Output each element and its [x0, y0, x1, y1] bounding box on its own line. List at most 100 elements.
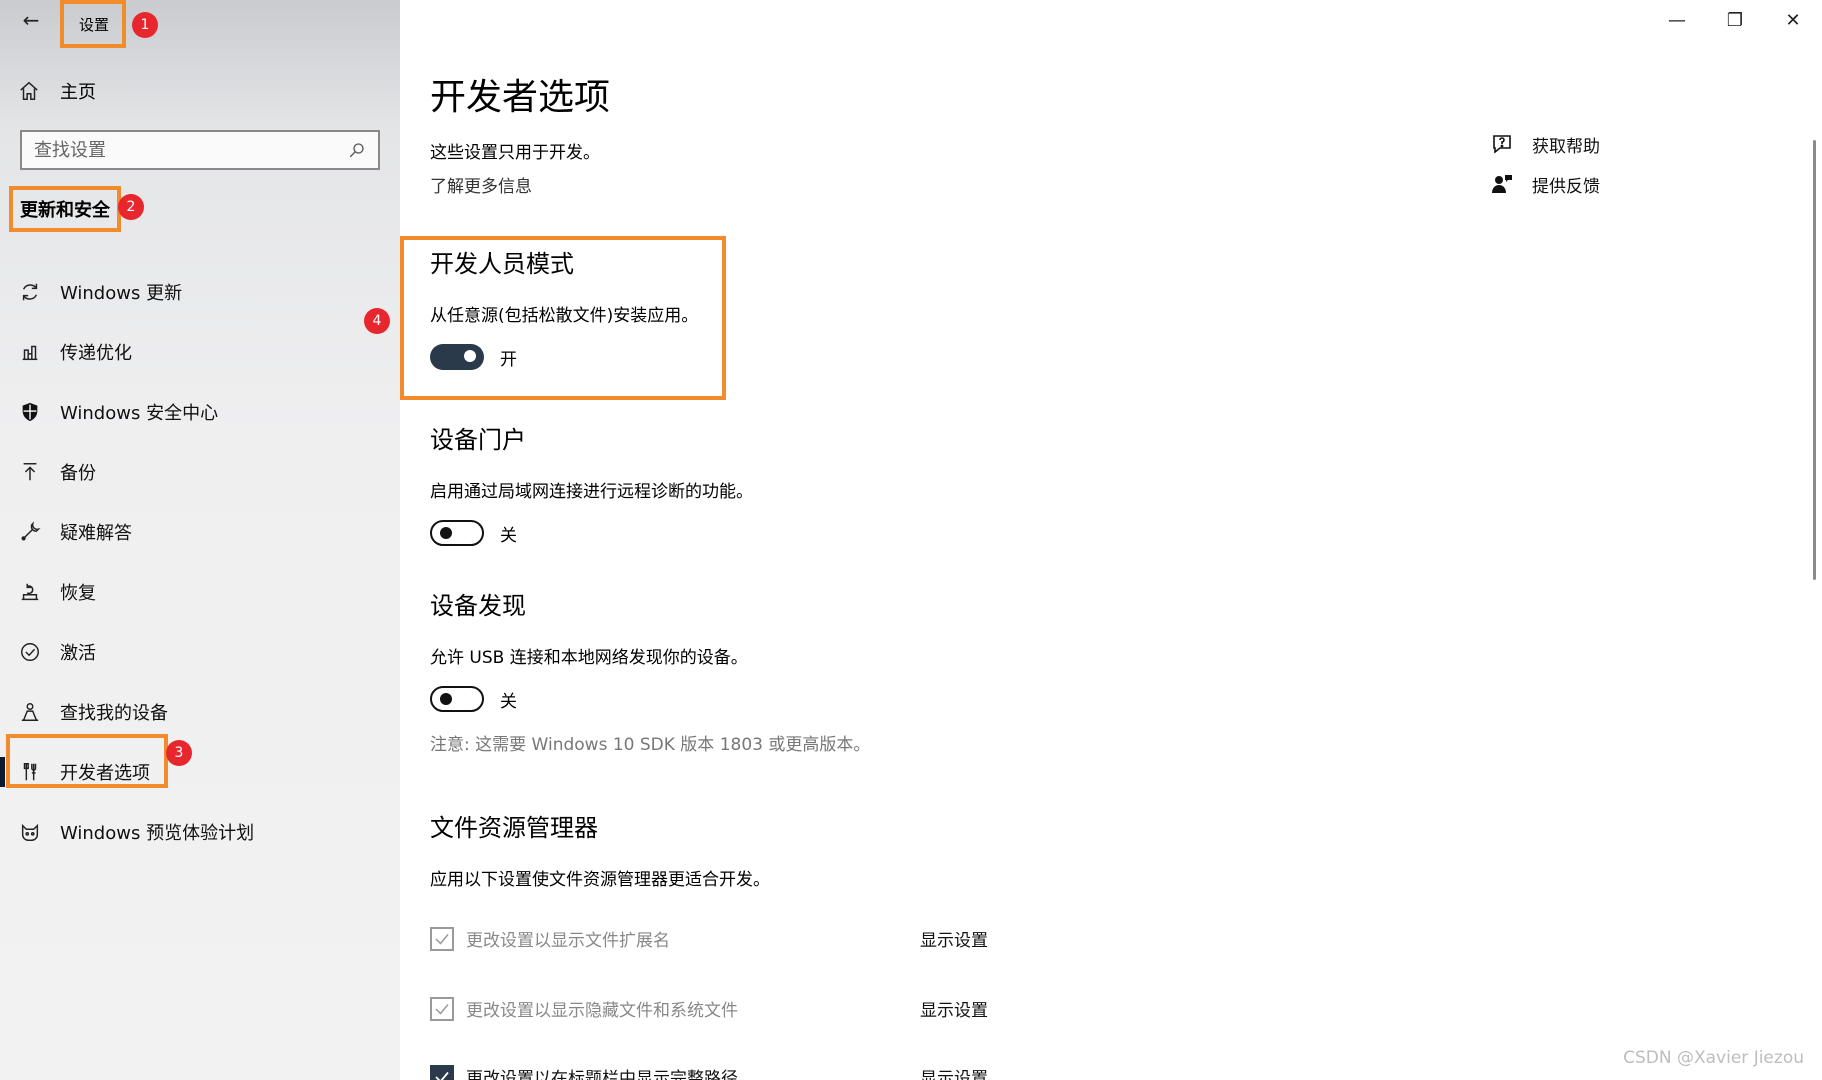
back-button[interactable]: ← [14, 6, 48, 34]
sidebar-item-activation[interactable]: 激活 [0, 622, 400, 682]
toggle-knob [440, 527, 452, 539]
option-label: 更改设置以显示隐藏文件和系统文件 [466, 1001, 738, 1021]
device-discovery-section: 设备发现 允许 USB 连接和本地网络发现你的设备。 关 [430, 586, 748, 712]
sidebar-item-label: Windows 安全中心 [60, 403, 219, 424]
device-portal-section: 设备门户 启用通过局域网连接进行远程诊断的功能。 关 [430, 420, 753, 546]
sidebar-item-home[interactable]: 主页 [18, 76, 96, 106]
sidebar-item-insider-program[interactable]: Windows 预览体验计划 [0, 802, 400, 862]
feedback-person-icon [1492, 175, 1512, 193]
search-input[interactable] [34, 139, 348, 161]
get-help-label: 获取帮助 [1532, 136, 1600, 157]
device-portal-desc: 启用通过局域网连接进行远程诊断的功能。 [430, 482, 753, 502]
feedback-label: 提供反馈 [1532, 176, 1600, 197]
checkmark-icon [435, 933, 449, 945]
file-explorer-title: 文件资源管理器 [430, 814, 598, 842]
delivery-optimization-icon [22, 345, 38, 361]
check-circle-icon [21, 643, 39, 661]
developer-tools-icon [23, 763, 37, 781]
watermark: CSDN @Xavier Jiezou [1623, 1048, 1804, 1068]
find-device-icon [21, 703, 39, 721]
backup-arrow-icon [23, 463, 37, 481]
section-title: 更新和安全 [20, 200, 110, 221]
device-portal-toggle[interactable] [430, 520, 484, 546]
home-label: 主页 [60, 82, 96, 103]
close-button[interactable]: ✕ [1764, 0, 1822, 40]
restore-button[interactable]: ❐ [1706, 0, 1764, 40]
sidebar-item-recovery[interactable]: 恢复 [0, 562, 400, 622]
device-discovery-title: 设备发现 [430, 592, 526, 620]
show-settings-link[interactable]: 显示设置 [920, 1064, 988, 1080]
get-help-link[interactable]: 获取帮助 [1490, 124, 1600, 164]
scrollbar[interactable] [1813, 140, 1816, 580]
sidebar-item-delivery-optimization[interactable]: 传递优化 [0, 322, 400, 382]
help-chat-icon [1493, 135, 1511, 154]
minimize-button[interactable]: — [1648, 0, 1706, 40]
learn-more-link[interactable]: 了解更多信息 [430, 172, 532, 197]
intro-text: 这些设置只用于开发。 [430, 143, 600, 163]
sidebar-item-label: 查找我的设备 [60, 703, 168, 724]
step-badge-2: 2 [118, 194, 144, 220]
sidebar-item-label: 备份 [60, 463, 96, 484]
checkmark-icon [435, 1071, 449, 1080]
sidebar-item-label: 开发者选项 [60, 763, 150, 784]
search-box[interactable] [20, 130, 380, 170]
sidebar-item-windows-update[interactable]: Windows 更新 [0, 262, 400, 322]
device-discovery-toggle[interactable] [430, 686, 484, 712]
device-discovery-state: 关 [500, 691, 517, 712]
sidebar-item-label: 传递优化 [60, 343, 132, 364]
sidebar-item-developer-options[interactable]: 开发者选项 [0, 742, 400, 802]
sidebar-item-label: Windows 更新 [60, 283, 183, 304]
sidebar-item-troubleshoot[interactable]: 疑难解答 [0, 502, 400, 562]
option-label: 更改设置以在标题栏中显示完整路径 [466, 1069, 738, 1080]
page-title: 开发者选项 [430, 77, 611, 118]
device-portal-state: 关 [500, 525, 517, 546]
show-extensions-checkbox[interactable] [430, 926, 454, 951]
feedback-link[interactable]: 提供反馈 [1490, 164, 1600, 204]
sidebar-item-label: 激活 [60, 643, 96, 664]
toggle-knob [440, 693, 452, 705]
sidebar: ← 设置 主页 更新和安全 Windows 更新 传递优化 Windows 安全… [0, 0, 400, 1080]
sync-icon [22, 283, 38, 301]
option-row: 更改设置以显示文件扩展名 显示设置 [430, 926, 1030, 951]
recovery-icon [21, 583, 39, 601]
nav-list: Windows 更新 传递优化 Windows 安全中心 备份 疑难解答 恢复 … [0, 262, 400, 862]
step-badge-4: 4 [364, 308, 390, 334]
show-hidden-files-checkbox[interactable] [430, 996, 454, 1021]
developer-mode-toggle[interactable] [430, 344, 484, 370]
search-icon[interactable] [348, 141, 366, 159]
show-full-path-checkbox[interactable] [430, 1064, 454, 1080]
app-title: 设置 [78, 15, 109, 34]
show-settings-link[interactable]: 显示设置 [920, 926, 988, 951]
developer-mode-title: 开发人员模式 [430, 250, 574, 278]
step-badge-3: 3 [166, 740, 192, 766]
sidebar-item-find-my-device[interactable]: 查找我的设备 [0, 682, 400, 742]
step-badge-1: 1 [132, 12, 158, 38]
developer-mode-section: 开发人员模式 从任意源(包括松散文件)安装应用。 开 [430, 244, 698, 370]
wrench-icon [21, 521, 41, 541]
sidebar-item-backup[interactable]: 备份 [0, 442, 400, 502]
home-icon [20, 81, 38, 100]
window-controls: — ❐ ✕ [1648, 0, 1822, 40]
sidebar-item-label: Windows 预览体验计划 [60, 823, 255, 844]
main-content: — ❐ ✕ 开发者选项 这些设置只用于开发。 了解更多信息 获取帮助 提供反馈 … [400, 0, 1822, 1080]
sidebar-item-label: 疑难解答 [60, 523, 132, 544]
sidebar-item-security-center[interactable]: Windows 安全中心 [0, 382, 400, 442]
checkmark-icon [435, 1003, 449, 1015]
back-arrow-icon: ← [22, 8, 40, 32]
developer-mode-desc: 从任意源(包括松散文件)安装应用。 [430, 306, 699, 326]
help-links: 获取帮助 提供反馈 [1490, 124, 1600, 204]
device-portal-title: 设备门户 [430, 426, 526, 454]
sidebar-item-label: 恢复 [60, 583, 96, 604]
insider-cat-icon [21, 823, 39, 841]
option-label: 更改设置以显示文件扩展名 [466, 931, 670, 951]
developer-mode-state: 开 [500, 349, 517, 370]
file-explorer-section: 文件资源管理器 应用以下设置使文件资源管理器更适合开发。 [430, 808, 770, 908]
shield-icon [22, 402, 38, 422]
option-row: 更改设置以显示隐藏文件和系统文件 显示设置 [430, 996, 1030, 1021]
show-settings-link[interactable]: 显示设置 [920, 996, 988, 1021]
option-row: 更改设置以在标题栏中显示完整路径 显示设置 [430, 1064, 1030, 1080]
device-discovery-desc: 允许 USB 连接和本地网络发现你的设备。 [430, 648, 748, 668]
sdk-note: 注意: 这需要 Windows 10 SDK 版本 1803 或更高版本。 [430, 735, 871, 755]
file-explorer-desc: 应用以下设置使文件资源管理器更适合开发。 [430, 870, 770, 890]
toggle-knob [464, 350, 476, 362]
